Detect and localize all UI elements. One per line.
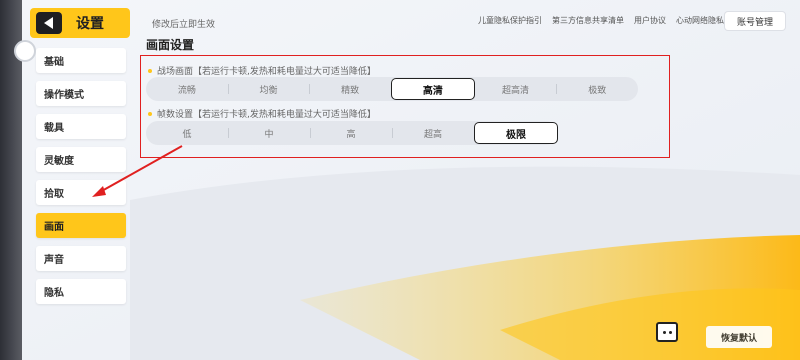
- sidebar-item-privacy[interactable]: 隐私: [36, 279, 126, 304]
- section-title: 画面设置: [146, 38, 195, 52]
- apply-hint: 修改后立即生效: [152, 20, 216, 30]
- top-links: 儿童隐私保护指引 第三方信息共享清单 用户协议 心动网络隐私政策: [478, 15, 740, 26]
- account-management-button[interactable]: 账号管理: [725, 12, 785, 30]
- sidebar-item-sound[interactable]: 声音: [36, 246, 126, 271]
- title-bar: 设置: [30, 8, 130, 38]
- sidebar-item-sensitivity[interactable]: 灵敏度: [36, 147, 126, 172]
- sidebar: 基础 操作模式 载具 灵敏度 拾取 画面 声音 隐私: [36, 48, 126, 312]
- sidebar-item-vehicle[interactable]: 载具: [36, 114, 126, 139]
- sidebar-item-basic[interactable]: 基础: [36, 48, 126, 73]
- link-user-agreement[interactable]: 用户协议: [634, 15, 666, 26]
- link-child-privacy[interactable]: 儿童隐私保护指引: [478, 15, 542, 26]
- sidebar-item-graphics[interactable]: 画面: [36, 213, 126, 238]
- annotation-highlight-box: [140, 55, 670, 158]
- edge-handle[interactable]: [14, 40, 36, 62]
- sidebar-item-pickup[interactable]: 拾取: [36, 180, 126, 205]
- back-button[interactable]: [36, 12, 62, 34]
- link-third-party-list[interactable]: 第三方信息共享清单: [552, 15, 624, 26]
- reset-default-button[interactable]: 恢复默认: [706, 326, 772, 348]
- gamepad-icon[interactable]: [656, 322, 678, 342]
- sidebar-item-control-mode[interactable]: 操作模式: [36, 81, 126, 106]
- back-arrow-icon: [43, 17, 53, 29]
- page-title: 设置: [76, 16, 104, 32]
